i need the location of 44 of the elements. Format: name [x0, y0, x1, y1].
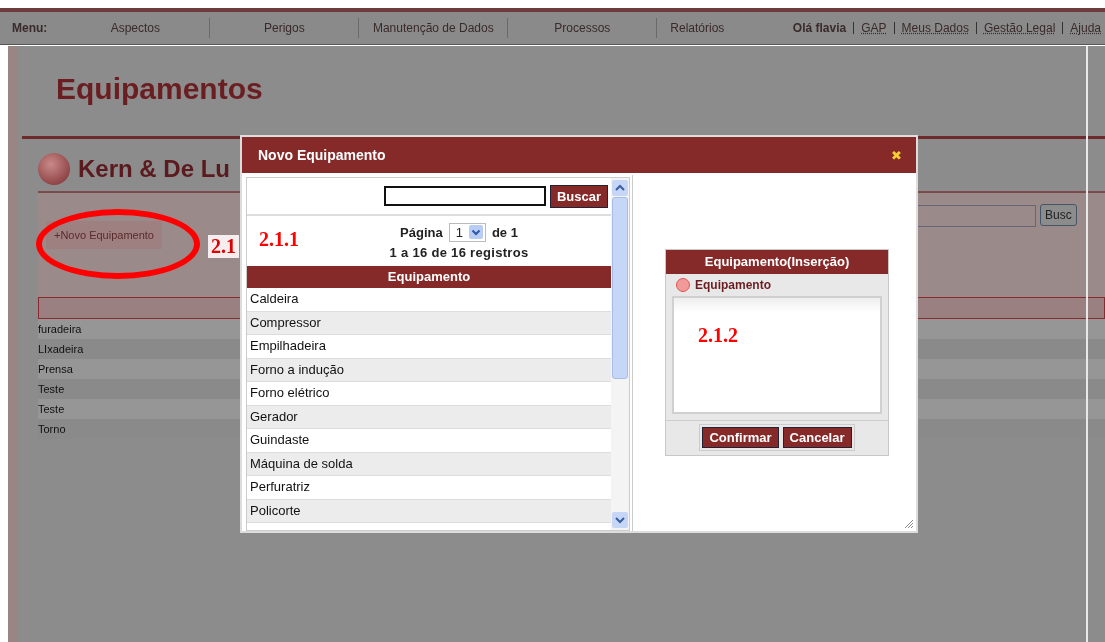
greeting-text: Olá flavia — [792, 21, 847, 35]
page-label: Página — [400, 224, 443, 240]
chevron-down-icon[interactable] — [612, 512, 628, 528]
dialog-title: Novo Equipamento — [258, 147, 386, 163]
search-button[interactable]: Buscar — [549, 184, 608, 208]
text-area[interactable]: 2.1.2 — [672, 296, 882, 414]
page-dropdown[interactable]: 1 — [448, 222, 486, 242]
annotation-label: 2.1.1 — [259, 228, 299, 251]
company-name: Kern & De Lu — [78, 155, 230, 183]
scrollbar-thumb[interactable] — [612, 197, 628, 379]
menu-label: Menu: — [11, 21, 49, 35]
page-title: Equipamentos — [55, 71, 264, 107]
user-link[interactable]: Gestão Legal — [983, 21, 1056, 35]
user-link[interactable]: Ajuda — [1070, 21, 1101, 35]
list-item[interactable]: Policorte — [247, 499, 611, 523]
annotation-label: 2.1.2 — [698, 324, 738, 347]
chevron-down-icon — [468, 225, 483, 239]
form-title: Equipamento(Inserção) — [666, 250, 888, 274]
close-icon[interactable]: ✖ — [891, 147, 902, 163]
annotation-label: 2.1 — [208, 235, 239, 258]
field-label: Equipamento — [695, 278, 771, 292]
cancel-button[interactable]: Cancelar — [782, 427, 852, 448]
list-item[interactable]: Gerador — [247, 405, 611, 429]
search-button[interactable]: Busc — [1040, 204, 1077, 226]
scrollbar[interactable] — [611, 178, 629, 530]
list-item[interactable]: Máquina de solda — [247, 452, 611, 476]
search-field[interactable] — [383, 186, 546, 206]
page-count: de 1 — [491, 224, 518, 240]
user-link[interactable]: GAP — [861, 21, 887, 35]
menu-item[interactable]: Perigos — [210, 18, 360, 38]
circle-icon — [676, 278, 690, 292]
column-header: Equipamento — [247, 266, 611, 288]
records-count: 1 a 16 de 16 registros — [389, 244, 529, 260]
resize-grip-icon[interactable] — [902, 517, 914, 529]
user-link[interactable]: Meus Dados — [901, 21, 969, 35]
menu-item[interactable]: Relatórios — [657, 18, 738, 38]
list-item[interactable]: Compressor — [247, 311, 611, 335]
list-item[interactable]: Forno a indução — [247, 358, 611, 382]
confirm-button[interactable]: Confirmar — [702, 427, 779, 448]
menu-item[interactable]: Aspectos — [61, 18, 211, 38]
menu-item[interactable]: Manutenção de Dados — [359, 18, 509, 38]
sphere-icon — [38, 153, 70, 185]
chevron-up-icon[interactable] — [612, 180, 628, 196]
menu-item[interactable]: Processos — [508, 18, 658, 38]
